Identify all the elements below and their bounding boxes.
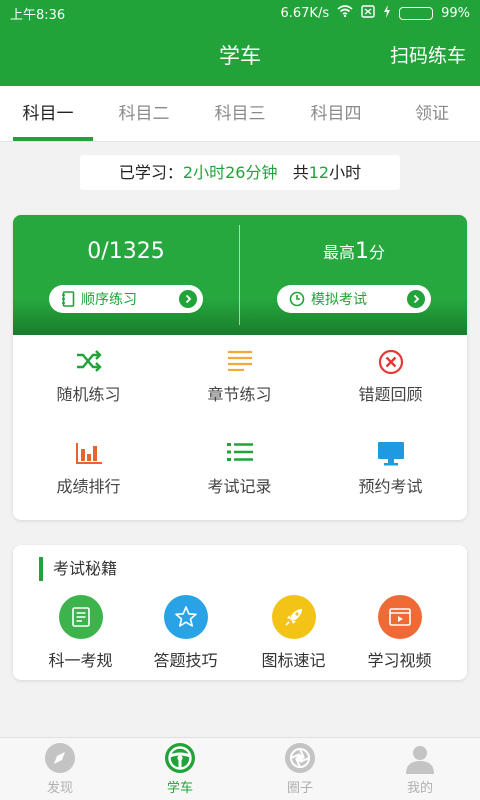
status-bar: 上午8:36 6.67K/s 99% (0, 0, 480, 56)
camera-aperture-icon (240, 738, 360, 774)
tab-subject-2[interactable]: 科目二 (96, 86, 192, 141)
status-right: 6.67K/s 99% (280, 4, 470, 56)
random-practice-item[interactable]: 随机练习 (13, 335, 164, 427)
steering-wheel-icon (120, 738, 240, 774)
exam-tips-card: 考试秘籍 科一考规 答题技巧 图标速记 学习视频 (13, 545, 467, 680)
chevron-right-icon (179, 290, 197, 308)
nav-me[interactable]: 我的 (360, 738, 480, 800)
sequential-practice-button[interactable]: 顺序练习 (49, 285, 203, 313)
monitor-icon (315, 441, 466, 467)
subject-tabs: 科目一 科目二 科目三 科目四 领证 (0, 86, 480, 142)
sequential-practice-label: 顺序练习 (81, 292, 137, 308)
compass-icon (0, 738, 120, 774)
mock-exam-button[interactable]: 模拟考试 (277, 285, 431, 313)
charging-icon (383, 4, 391, 22)
tab-subject-1[interactable]: 科目一 (0, 86, 96, 141)
subject-rules-label: 科一考规 (48, 651, 113, 670)
nav-community-label: 圈子 (286, 781, 313, 796)
progress-count: 0/1325 (87, 239, 165, 264)
nav-discover-label: 发现 (46, 781, 73, 796)
nav-me-label: 我的 (406, 781, 433, 796)
answer-tips-item[interactable]: 答题技巧 (129, 595, 242, 671)
clock-icon (289, 291, 305, 307)
rocket-icon (271, 595, 316, 639)
chevron-right-icon (407, 290, 425, 308)
chapter-practice-label: 章节练习 (207, 385, 272, 404)
studied-value: 2小时26分钟 (182, 163, 278, 182)
tab-subject-4[interactable]: 科目四 (288, 86, 384, 141)
wrong-review-item[interactable]: 错题回顾 (315, 335, 466, 427)
best-prefix: 最高 (322, 243, 355, 262)
score-ranking-item[interactable]: 成绩排行 (13, 427, 164, 519)
study-video-item[interactable]: 学习视频 (343, 595, 456, 671)
feature-grid: 随机练习 章节练习 错题回顾 成绩排行 考试记录 预约考试 (13, 335, 467, 520)
header-divider (239, 225, 240, 325)
total-prefix: 共 (292, 163, 309, 182)
book-exam-item[interactable]: 预约考试 (315, 427, 466, 519)
sign-memory-item[interactable]: 图标速记 (237, 595, 350, 671)
status-time: 上午8:36 (10, 7, 66, 23)
random-practice-label: 随机练习 (56, 385, 121, 404)
book-exam-label: 预约考试 (358, 477, 423, 496)
scan-practice-button[interactable]: 扫码练车 (390, 26, 466, 86)
exam-record-item[interactable]: 考试记录 (164, 427, 315, 519)
battery-icon (399, 6, 434, 56)
user-icon (360, 738, 480, 774)
study-video-label: 学习视频 (367, 651, 432, 670)
tab-subject-3[interactable]: 科目三 (192, 86, 288, 141)
nav-learn-driving-label: 学车 (166, 781, 193, 796)
study-time-summary: 已学习：2小时26分钟 共12小时 (80, 155, 400, 190)
practice-header: 0/1325 最高1分 顺序练习 模拟考试 (13, 215, 467, 335)
total-unit: 小时 (329, 163, 362, 182)
notebook-icon (61, 291, 75, 307)
score-ranking-label: 成绩排行 (56, 477, 121, 496)
exam-record-label: 考试记录 (207, 477, 272, 496)
network-speed: 6.67K/s (280, 5, 330, 21)
close-circle-icon (315, 349, 466, 375)
sign-memory-label: 图标速记 (261, 651, 326, 670)
wrong-review-label: 错题回顾 (358, 385, 423, 404)
total-value: 12 (308, 163, 330, 182)
exam-tips-title: 考试秘籍 (39, 557, 117, 581)
nav-discover[interactable]: 发现 (0, 738, 120, 800)
battery-percent: 99% (441, 5, 470, 21)
video-icon (377, 595, 422, 639)
mock-exam-label: 模拟考试 (311, 292, 367, 308)
shuffle-icon (13, 349, 164, 375)
bullet-list-icon (164, 441, 315, 467)
chapter-practice-item[interactable]: 章节练习 (164, 335, 315, 427)
document-icon (58, 595, 103, 639)
best-unit: 分 (369, 243, 386, 262)
bottom-navigation: 发现 学车 圈子 我的 (0, 737, 480, 800)
answer-tips-label: 答题技巧 (153, 651, 218, 670)
studied-prefix: 已学习： (118, 163, 183, 182)
list-lines-icon (164, 349, 315, 375)
bar-chart-icon (13, 441, 164, 467)
tab-license[interactable]: 领证 (384, 86, 480, 141)
nav-learn-driving[interactable]: 学车 (120, 738, 240, 800)
app-bar: 学车 扫码练车 (0, 26, 480, 86)
star-icon (163, 595, 208, 639)
subject-rules-item[interactable]: 科一考规 (24, 595, 137, 671)
sim-off-icon (361, 4, 375, 22)
wifi-icon (337, 5, 353, 21)
best-value: 1 (355, 239, 369, 264)
nav-community[interactable]: 圈子 (240, 738, 360, 800)
best-score: 最高1分 (241, 239, 467, 264)
practice-card: 0/1325 最高1分 顺序练习 模拟考试 随机练习 章节练习 错题回顾 成绩排… (13, 215, 467, 520)
